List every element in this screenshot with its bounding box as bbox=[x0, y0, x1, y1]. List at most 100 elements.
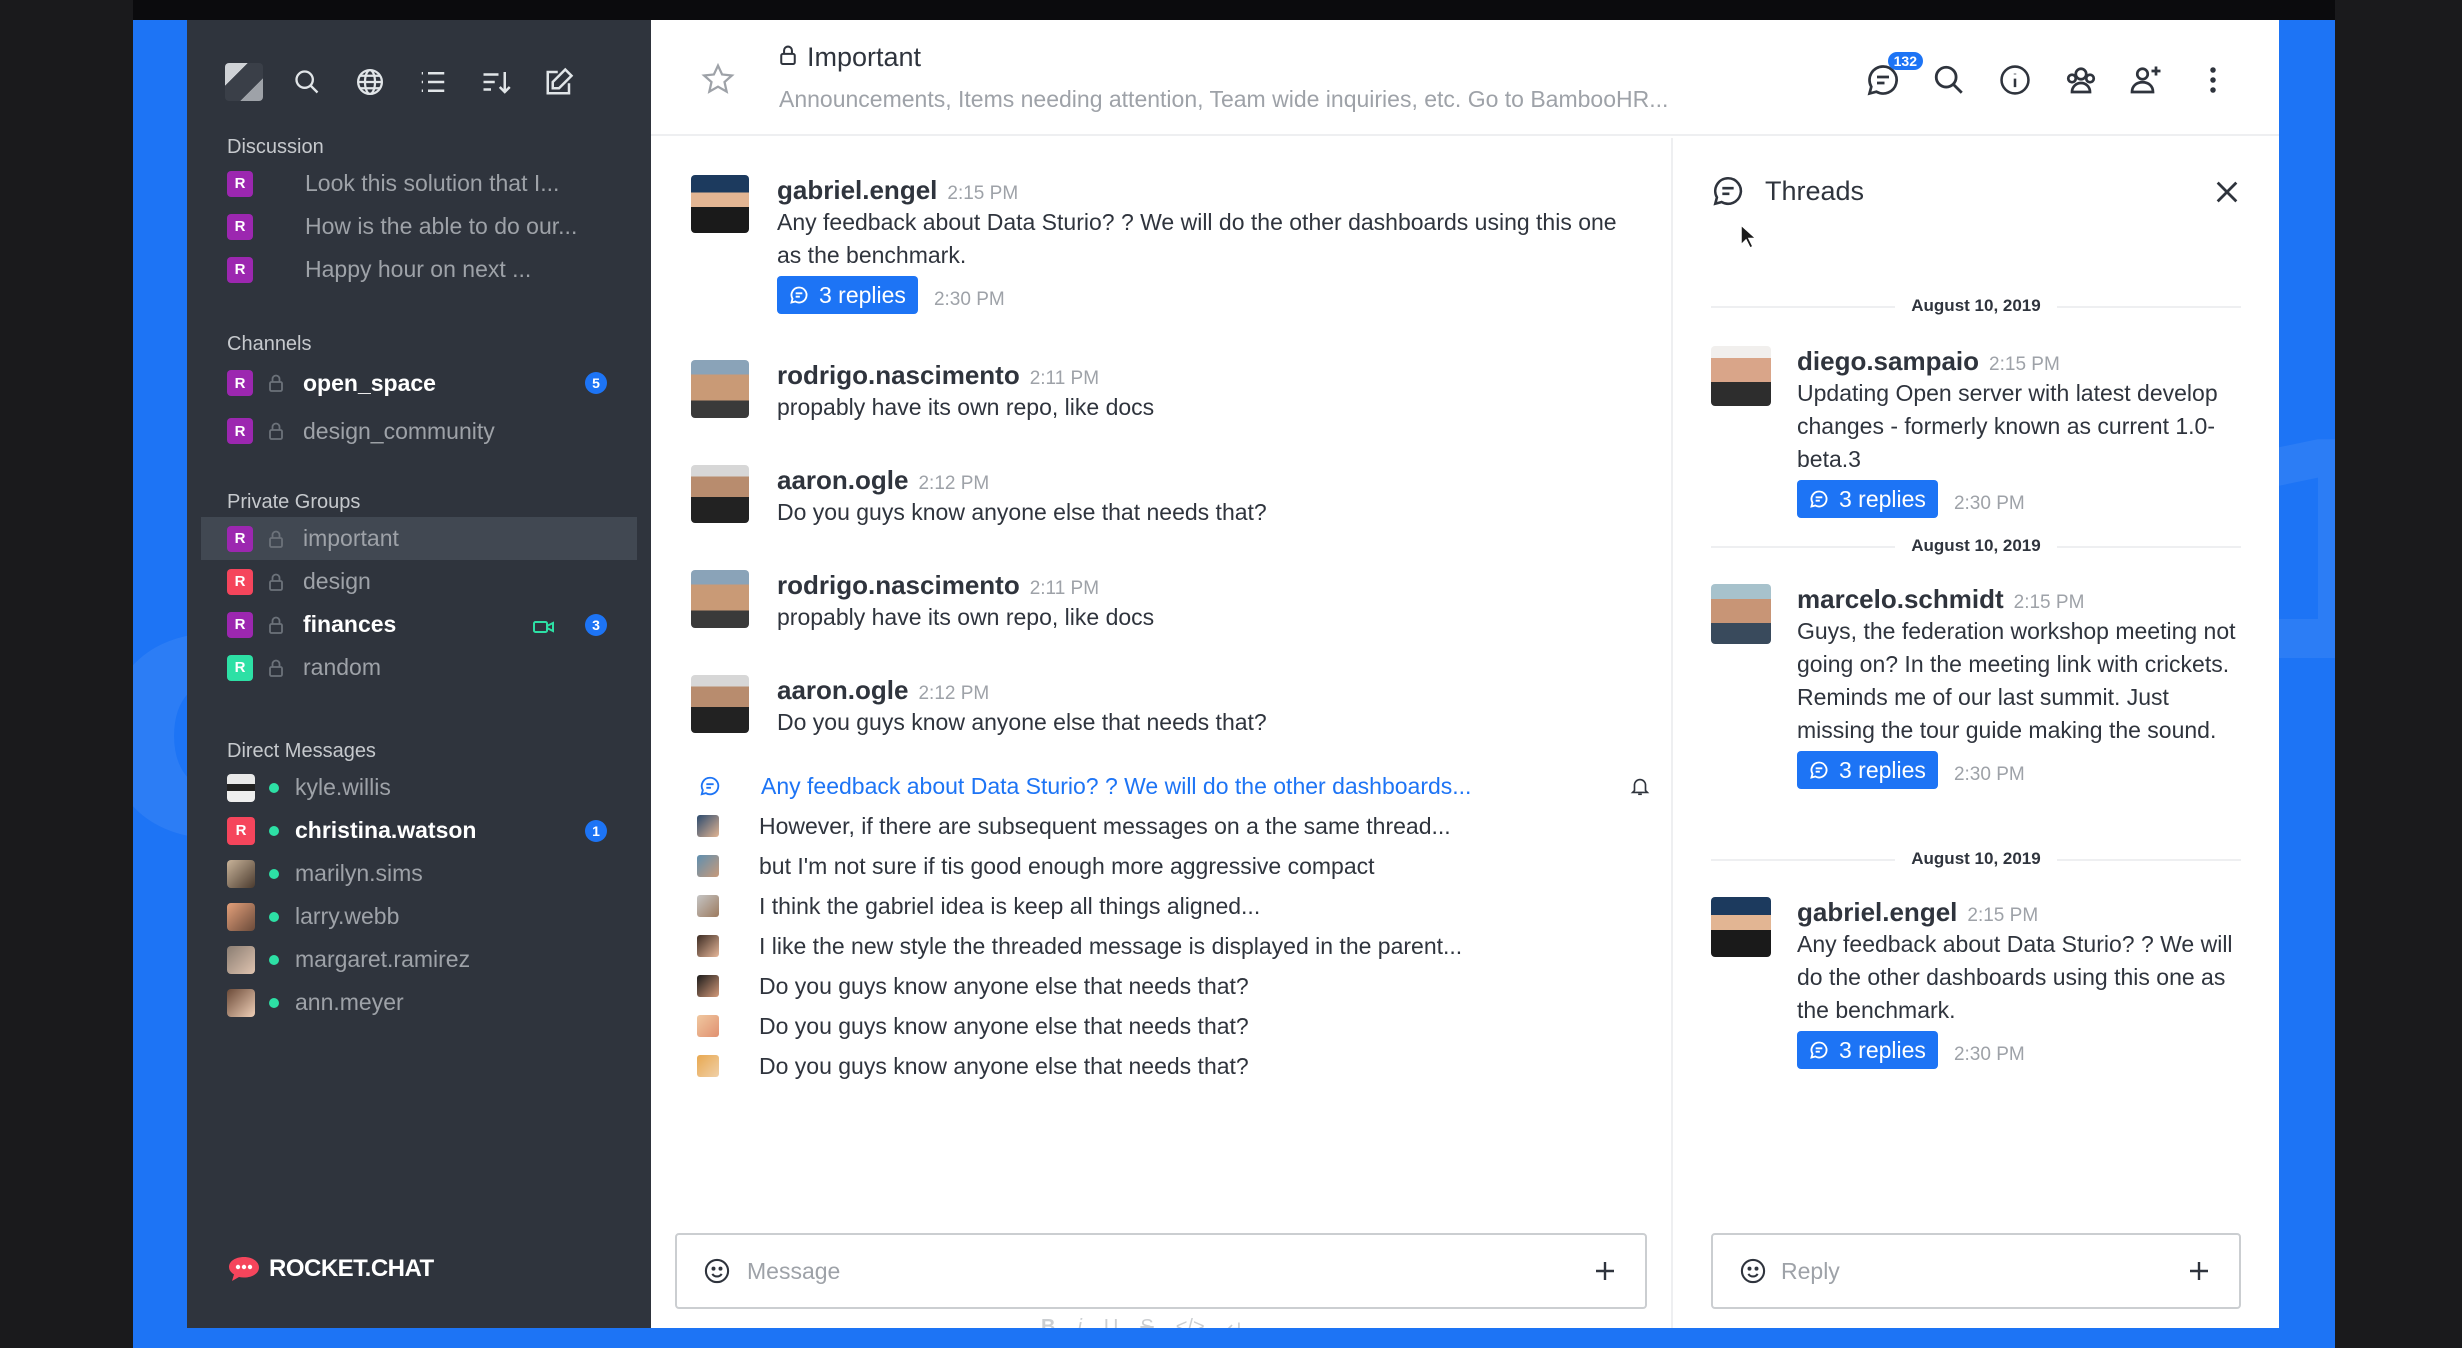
emoji-icon[interactable] bbox=[1739, 1257, 1767, 1285]
thread-sequence-item[interactable]: Do you guys know anyone else that needs … bbox=[691, 1006, 1651, 1046]
threads-panel-header: Threads bbox=[1711, 174, 1864, 208]
plus-icon[interactable] bbox=[1593, 1259, 1617, 1283]
message-username[interactable]: aaron.ogle bbox=[777, 465, 908, 495]
reply-input[interactable]: Reply bbox=[1781, 1258, 2187, 1285]
message-text: Do you guys know anyone else that needs … bbox=[777, 709, 1267, 735]
members-icon[interactable] bbox=[2129, 62, 2165, 98]
video-call-icon bbox=[533, 615, 555, 642]
last-reply-time: 2:30 PM bbox=[933, 289, 1005, 310]
sidebar-item-discussion-1[interactable]: R Look this solution that I... bbox=[187, 162, 651, 205]
sidebar-item-random[interactable]: Rrandom bbox=[187, 646, 651, 689]
avatar bbox=[227, 945, 255, 974]
message-username[interactable]: rodrigo.nascimento bbox=[777, 570, 1020, 600]
message-composer[interactable]: Message bbox=[675, 1233, 1647, 1309]
direct-messages-section: Direct Messages kyle.willis Rchristina.w… bbox=[187, 736, 651, 1024]
message-timestamp: 2:12 PM bbox=[918, 473, 990, 494]
edit-icon[interactable] bbox=[540, 63, 578, 101]
sidebar-item-design-community[interactable]: Rdesign_community bbox=[187, 407, 651, 455]
thread-reply-composer[interactable]: Reply bbox=[1711, 1233, 2241, 1309]
section-header: Channels bbox=[227, 333, 312, 355]
message-username[interactable]: aaron.ogle bbox=[777, 675, 908, 705]
sidebar-item-marilyn-sims[interactable]: marilyn.sims bbox=[187, 852, 651, 895]
thread-replies-button[interactable]: 3 replies bbox=[1797, 480, 1938, 518]
info-icon[interactable] bbox=[1997, 62, 2033, 98]
date-divider: August 10, 2019 bbox=[1711, 536, 2241, 556]
thread-replies-button[interactable]: 3 replies bbox=[1797, 751, 1938, 789]
search-icon[interactable] bbox=[288, 63, 326, 101]
close-icon[interactable] bbox=[2213, 178, 2241, 211]
thread-sequence-item[interactable]: I like the new style the threaded messag… bbox=[691, 926, 1651, 966]
sidebar-item-discussion-3[interactable]: R Happy hour on next ... bbox=[187, 248, 651, 291]
message-username[interactable]: gabriel.engel bbox=[777, 175, 937, 205]
sidebar-item-design[interactable]: Rdesign bbox=[187, 560, 651, 603]
lock-icon bbox=[265, 614, 287, 636]
bell-icon[interactable] bbox=[1629, 775, 1651, 803]
sidebar-item-larry-webb[interactable]: larry.webb bbox=[187, 895, 651, 938]
unread-badge: 3 bbox=[585, 613, 607, 636]
sidebar-item-kyle-willis[interactable]: kyle.willis bbox=[187, 766, 651, 809]
section-header: Discussion bbox=[227, 136, 324, 158]
italic-button[interactable]: i bbox=[1077, 1316, 1081, 1328]
user-avatar[interactable] bbox=[225, 63, 263, 101]
emoji-icon[interactable] bbox=[703, 1257, 731, 1285]
thread-sequence-text: However, if there are subsequent message… bbox=[759, 812, 1451, 839]
online-status-icon bbox=[269, 782, 279, 793]
lock-icon bbox=[265, 372, 287, 394]
thread-sequence-item[interactable]: Do you guys know anyone else that needs … bbox=[691, 1046, 1651, 1086]
sidebar-item-label: random bbox=[303, 654, 381, 680]
globe-icon[interactable] bbox=[351, 63, 389, 101]
thread-timestamp: 2:15 PM bbox=[1989, 354, 2060, 375]
bold-button[interactable]: B bbox=[1041, 1316, 1055, 1328]
list-icon[interactable] bbox=[414, 63, 452, 101]
code-button[interactable]: </> bbox=[1176, 1316, 1205, 1328]
unread-badge: 1 bbox=[585, 819, 607, 842]
room-avatar: R bbox=[227, 170, 253, 197]
sidebar-item-discussion-2[interactable]: R How is the able to do our... bbox=[187, 205, 651, 248]
avatar[interactable] bbox=[691, 465, 749, 523]
search-icon[interactable] bbox=[1931, 62, 1967, 98]
avatar[interactable] bbox=[691, 675, 749, 733]
thread-sequence-item[interactable]: Do you guys know anyone else that needs … bbox=[691, 966, 1651, 1006]
message-timestamp: 2:11 PM bbox=[1029, 578, 1100, 599]
room-topic: Announcements, Items needing attention, … bbox=[779, 86, 1669, 112]
kebab-menu-icon[interactable] bbox=[2195, 62, 2231, 98]
room-avatar: R bbox=[227, 568, 253, 595]
message-input[interactable]: Message bbox=[747, 1258, 1593, 1285]
underline-button[interactable]: U bbox=[1104, 1316, 1118, 1328]
sidebar-item-finances[interactable]: Rfinances 3 bbox=[187, 603, 651, 646]
thread-replies-button[interactable]: 3 replies bbox=[777, 276, 918, 314]
avatar[interactable] bbox=[691, 175, 749, 233]
sidebar-item-christina-watson[interactable]: Rchristina.watson 1 bbox=[187, 809, 651, 852]
thread-sequence-item[interactable]: I think the gabriel idea is keep all thi… bbox=[691, 886, 1651, 926]
online-status-icon bbox=[269, 825, 279, 836]
sidebar-item-open-space[interactable]: Ropen_space 5 bbox=[187, 359, 651, 407]
thread-sequence-item[interactable]: However, if there are subsequent message… bbox=[691, 806, 1651, 846]
avatar bbox=[1711, 584, 1771, 644]
sidebar-item-margaret-ramirez[interactable]: margaret.ramirez bbox=[187, 938, 651, 981]
avatar bbox=[227, 859, 255, 888]
message-text: Any feedback about Data Sturio? ? We wil… bbox=[777, 209, 1617, 268]
sidebar-item-important[interactable]: Rimportant bbox=[201, 517, 637, 560]
avatar[interactable] bbox=[691, 570, 749, 628]
thread-sequence-text: I like the new style the threaded messag… bbox=[759, 932, 1463, 959]
thread-sequence-item[interactable]: but I'm not sure if tis good enough more… bbox=[691, 846, 1651, 886]
message-text: Do you guys know anyone else that needs … bbox=[777, 499, 1267, 525]
message-username[interactable]: rodrigo.nascimento bbox=[777, 360, 1020, 390]
lock-icon bbox=[265, 420, 287, 442]
logo-text: ROCKET.CHAT bbox=[269, 1255, 434, 1282]
message-timestamp: 2:15 PM bbox=[947, 183, 1019, 204]
threads-icon[interactable]: 132 bbox=[1865, 52, 1923, 98]
thread-username: marcelo.schmidt bbox=[1797, 584, 2004, 614]
avatar[interactable] bbox=[691, 360, 749, 418]
sidebar-item-ann-meyer[interactable]: ann.meyer bbox=[187, 981, 651, 1024]
thread-replies-button[interactable]: 3 replies bbox=[1797, 1031, 1938, 1069]
plus-icon[interactable] bbox=[2187, 1259, 2211, 1283]
strikethrough-button[interactable]: S bbox=[1140, 1316, 1153, 1328]
sidebar-item-label: christina.watson bbox=[295, 817, 477, 843]
multiline-button[interactable]: ↵ bbox=[1227, 1316, 1244, 1328]
sidebar-item-label: marilyn.sims bbox=[295, 860, 423, 886]
star-icon[interactable] bbox=[701, 62, 735, 101]
discussions-icon[interactable] bbox=[2063, 62, 2099, 98]
thread-sequence-item[interactable]: Any feedback about Data Sturio? ? We wil… bbox=[691, 766, 1651, 806]
sort-icon[interactable] bbox=[477, 63, 515, 101]
